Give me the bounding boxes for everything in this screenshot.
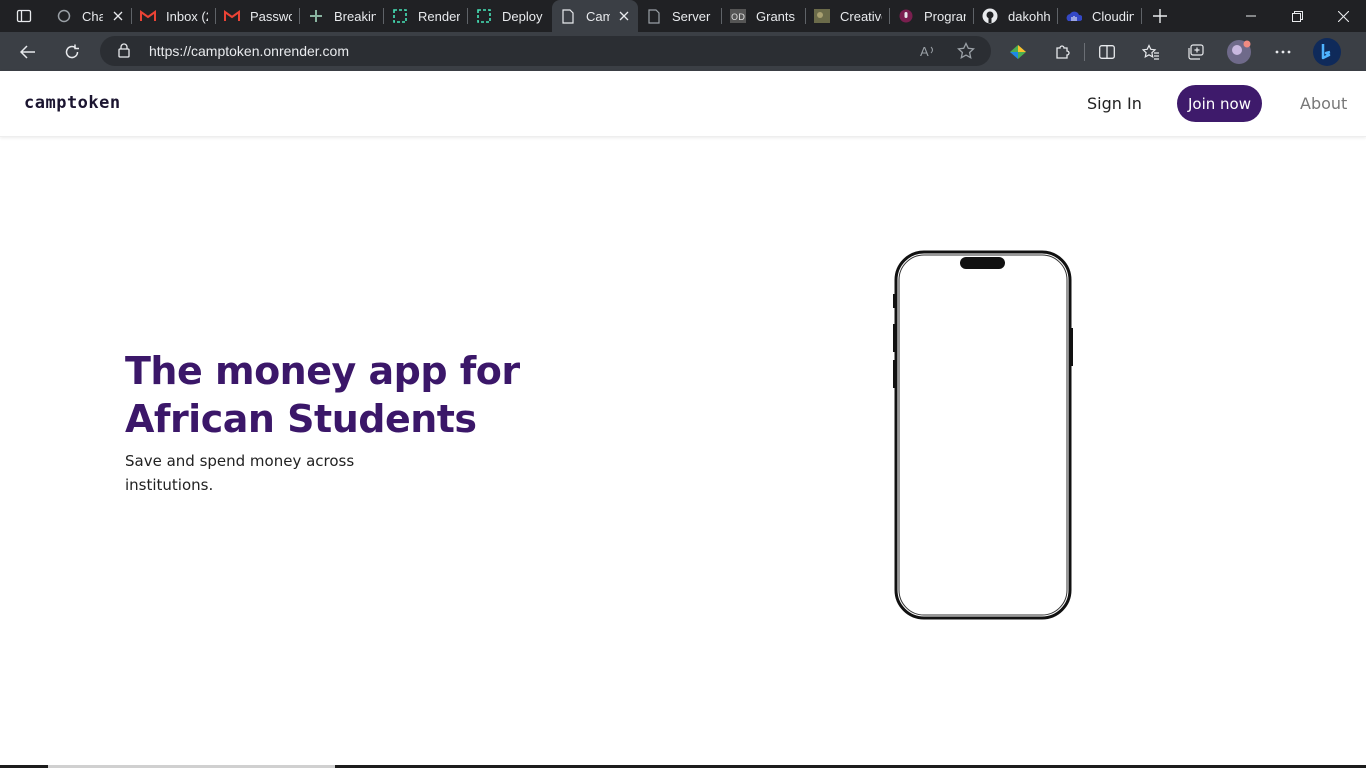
hero-subtitle: Save and spend money across institutions…	[125, 452, 355, 494]
lock-icon[interactable]	[118, 43, 130, 62]
browser-tab[interactable]: Passworc	[216, 0, 300, 32]
browser-tab-active[interactable]: Cam	[552, 0, 638, 32]
svg-text:OD: OD	[731, 13, 745, 23]
browser-tab[interactable]: Program	[890, 0, 974, 32]
new-tab-button[interactable]	[1142, 0, 1178, 32]
sign-in-link[interactable]: Sign In	[1087, 94, 1142, 113]
svg-text:A: A	[920, 44, 929, 59]
browser-tab[interactable]: Cloudina	[1058, 0, 1142, 32]
tab-title: dakohhh	[1008, 8, 1050, 24]
browser-tab[interactable]: Breaking	[300, 0, 384, 32]
back-icon[interactable]	[6, 32, 50, 71]
refresh-icon[interactable]	[50, 32, 94, 71]
read-aloud-icon[interactable]: A	[920, 43, 936, 63]
github-icon	[982, 8, 998, 24]
collections-icon[interactable]	[1173, 32, 1217, 71]
podcast-icon	[898, 8, 914, 24]
map-icon	[814, 8, 830, 24]
pinwheel-icon	[308, 8, 324, 24]
url-text[interactable]: https://camptoken.onrender.com	[149, 43, 349, 59]
restore-icon[interactable]	[1274, 0, 1320, 32]
more-options-icon[interactable]	[1261, 32, 1305, 71]
tab-title: Inbox (2,	[166, 8, 208, 24]
browser-tab-strip: Cha Inbox (2, Passworc Breaking Render D…	[0, 0, 1366, 32]
close-window-icon[interactable]	[1320, 0, 1366, 32]
tab-actions-icon[interactable]	[0, 0, 48, 32]
split-screen-icon[interactable]	[1085, 32, 1129, 71]
close-icon[interactable]	[618, 9, 630, 23]
close-icon[interactable]	[111, 9, 124, 23]
window-controls	[1228, 0, 1366, 32]
bing-copilot-icon[interactable]	[1305, 32, 1349, 71]
tab-title: Cloudina	[1092, 8, 1134, 24]
favorite-star-icon[interactable]	[957, 41, 975, 64]
browser-tab[interactable]: Deploy a	[468, 0, 552, 32]
page-icon	[646, 8, 662, 24]
render-icon	[476, 8, 492, 24]
hero-title: The money app for African Students	[125, 349, 520, 441]
browser-tab[interactable]: Cha	[48, 0, 132, 32]
browser-tab[interactable]: Creative	[806, 0, 890, 32]
minimize-icon[interactable]	[1228, 0, 1274, 32]
extension-icon[interactable]	[996, 32, 1040, 71]
about-link[interactable]: About	[1300, 94, 1347, 113]
toolbar-extensions	[996, 32, 1349, 71]
tab-title: Cam	[586, 8, 610, 24]
phone-illustration	[893, 250, 1073, 620]
tab-title: Grants –	[756, 8, 798, 24]
page-icon	[560, 8, 576, 24]
tab-title: Creative	[840, 8, 882, 24]
tab-title: Cha	[82, 8, 104, 24]
site-logo[interactable]: camptoken	[24, 93, 121, 113]
site-header: camptoken Sign In Join now About	[0, 71, 1366, 137]
tab-title: Program	[924, 8, 966, 24]
openai-icon	[56, 8, 72, 24]
browser-tab[interactable]: Server Er	[638, 0, 722, 32]
web-page: camptoken Sign In Join now About The mon…	[0, 71, 1366, 768]
address-bar[interactable]: https://camptoken.onrender.com A	[100, 36, 991, 66]
gmail-icon	[140, 8, 156, 24]
tab-title: Passworc	[250, 8, 292, 24]
browser-tab[interactable]: Inbox (2,	[132, 0, 216, 32]
cloudinary-icon	[1066, 8, 1082, 24]
tab-title: Render D	[418, 8, 460, 24]
profile-avatar[interactable]	[1217, 32, 1261, 71]
od-icon: OD	[730, 8, 746, 24]
favorites-icon[interactable]	[1129, 32, 1173, 71]
join-now-button[interactable]: Join now	[1177, 85, 1262, 122]
tab-title: Server Er	[672, 8, 714, 24]
tab-title: Breaking	[334, 8, 376, 24]
browser-tab[interactable]: Render D	[384, 0, 468, 32]
extensions-puzzle-icon[interactable]	[1040, 32, 1084, 71]
tab-title: Deploy a	[502, 8, 544, 24]
browser-toolbar: https://camptoken.onrender.com A	[0, 32, 1366, 71]
render-icon	[392, 8, 408, 24]
gmail-icon	[224, 8, 240, 24]
browser-tab[interactable]: OD Grants –	[722, 0, 806, 32]
browser-tab[interactable]: dakohhh	[974, 0, 1058, 32]
